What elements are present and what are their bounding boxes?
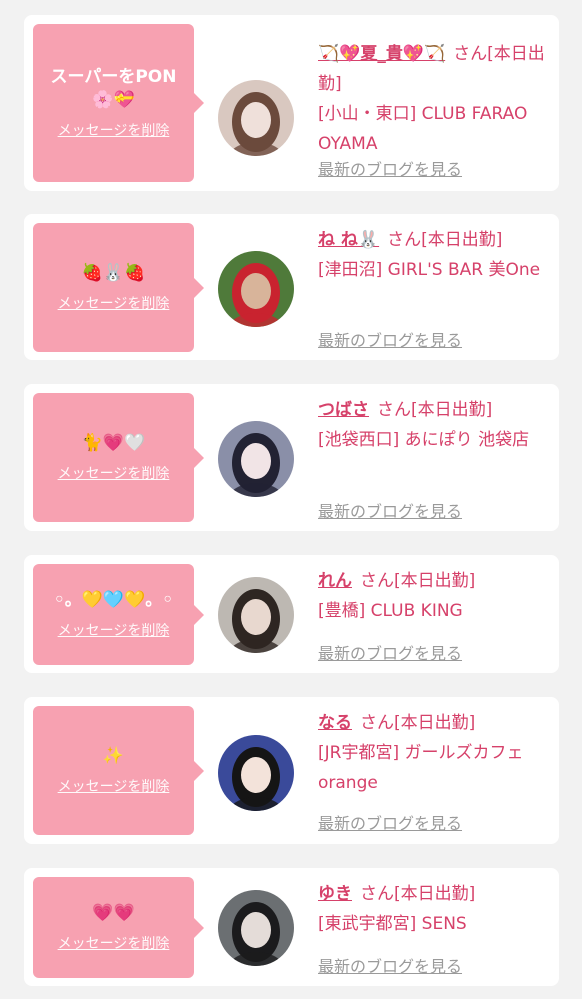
- message-bubble: ✨ メッセージを削除: [33, 706, 204, 835]
- attendance-status: [本日出勤]: [394, 884, 476, 904]
- message-bubble: ◦。💛🩵💛。◦ メッセージを削除: [33, 564, 204, 665]
- latest-blog-link[interactable]: 最新のブログを見る: [318, 640, 462, 664]
- latest-blog-link[interactable]: 最新のブログを見る: [318, 953, 462, 977]
- honorific: さん: [360, 713, 394, 733]
- message-text: 🍓🐰🍓: [81, 263, 146, 283]
- cast-name-link[interactable]: ゆき: [318, 884, 352, 904]
- cast-name-link[interactable]: なる: [318, 713, 352, 733]
- avatar[interactable]: [218, 890, 294, 966]
- message-bubble: スーパーをPON 🌸💝 メッセージを削除: [33, 24, 204, 182]
- message-card: 🍓🐰🍓 メッセージを削除 ね ね🐰 さん[本日出勤] [津田沼] GIRL'S BAR …: [24, 214, 559, 360]
- cast-info: ね ね🐰 さん[本日出勤] [津田沼] GIRL'S BAR 美One: [318, 225, 550, 285]
- message-card: ✨ メッセージを削除 なる さん[本日出勤] [JR宇都宮] ガールズカフェ orang…: [24, 697, 559, 844]
- message-card: 💗💗 メッセージを削除 ゆき さん[本日出勤] [東武宇都宮] SENS 最新のブログを見…: [24, 868, 559, 986]
- avatar[interactable]: [218, 251, 294, 327]
- shop-name: [津田沼] GIRL'S BAR 美One: [318, 260, 541, 280]
- message-card: スーパーをPON 🌸💝 メッセージを削除 🏹💖夏_貴💖🏹 さん[本日出勤] [小山・東口…: [24, 15, 559, 191]
- delete-message-link[interactable]: メッセージを削除: [58, 776, 170, 796]
- cast-info: ゆき さん[本日出勤] [東武宇都宮] SENS: [318, 879, 550, 939]
- delete-message-link[interactable]: メッセージを削除: [58, 620, 170, 640]
- cast-name-link[interactable]: つばさ: [318, 400, 369, 420]
- delete-message-link[interactable]: メッセージを削除: [58, 463, 170, 483]
- message-text: 🐈💗🤍: [81, 433, 146, 453]
- message-text: ◦。💛🩵💛。◦: [53, 590, 174, 610]
- honorific: さん: [360, 571, 394, 591]
- avatar[interactable]: [218, 80, 294, 156]
- delete-message-link[interactable]: メッセージを削除: [58, 120, 170, 140]
- delete-message-link[interactable]: メッセージを削除: [58, 933, 170, 953]
- latest-blog-link[interactable]: 最新のブログを見る: [318, 327, 462, 351]
- cast-name-link[interactable]: れん: [318, 571, 352, 591]
- message-text: ✨: [102, 746, 125, 766]
- attendance-status: [本日出勤]: [421, 230, 503, 250]
- cast-info: なる さん[本日出勤] [JR宇都宮] ガールズカフェ orange: [318, 708, 550, 798]
- avatar[interactable]: [218, 735, 294, 811]
- cast-info: れん さん[本日出勤] [豊橋] CLUB KING: [318, 566, 550, 626]
- message-bubble: 🍓🐰🍓 メッセージを削除: [33, 223, 204, 352]
- cast-name-link[interactable]: 🏹💖夏_貴💖🏹: [318, 44, 445, 64]
- message-list: スーパーをPON 🌸💝 メッセージを削除 🏹💖夏_貴💖🏹 さん[本日出勤] [小山・東口…: [0, 0, 582, 999]
- message-bubble: 💗💗 メッセージを削除: [33, 877, 204, 978]
- latest-blog-link[interactable]: 最新のブログを見る: [318, 810, 462, 834]
- honorific: さん: [453, 44, 488, 64]
- delete-message-link[interactable]: メッセージを削除: [58, 293, 170, 313]
- message-text: スーパーをPON 🌸💝: [50, 67, 177, 110]
- message-card: ◦。💛🩵💛。◦ メッセージを削除 れん さん[本日出勤] [豊橋] CLUB KING 最…: [24, 555, 559, 673]
- cast-info: 🏹💖夏_貴💖🏹 さん[本日出勤] [小山・東口] CLUB FARAO OYAMA: [318, 39, 550, 159]
- honorific: さん: [360, 884, 394, 904]
- message-text: 💗💗: [92, 903, 135, 923]
- honorific: さん: [377, 400, 411, 420]
- message-bubble: 🐈💗🤍 メッセージを削除: [33, 393, 204, 522]
- message-card: 🐈💗🤍 メッセージを削除 つばさ さん[本日出勤] [池袋西口] あにぽり 池袋店最新の…: [24, 384, 559, 531]
- honorific: さん: [387, 230, 422, 250]
- cast-info: つばさ さん[本日出勤] [池袋西口] あにぽり 池袋店: [318, 395, 550, 455]
- shop-name: [JR宇都宮] ガールズカフェ orange: [318, 743, 524, 793]
- shop-name: [池袋西口] あにぽり 池袋店: [318, 430, 530, 450]
- shop-name: [豊橋] CLUB KING: [318, 601, 463, 621]
- cast-name-link[interactable]: ね ね🐰: [318, 230, 379, 250]
- shop-name: [小山・東口] CLUB FARAO OYAMA: [318, 104, 528, 154]
- avatar[interactable]: [218, 577, 294, 653]
- latest-blog-link[interactable]: 最新のブログを見る: [318, 156, 462, 180]
- shop-name: [東武宇都宮] SENS: [318, 914, 467, 934]
- attendance-status: [本日出勤]: [394, 571, 476, 591]
- attendance-status: [本日出勤]: [394, 713, 476, 733]
- avatar[interactable]: [218, 421, 294, 497]
- latest-blog-link[interactable]: 最新のブログを見る: [318, 498, 462, 522]
- attendance-status: [本日出勤]: [411, 400, 493, 420]
